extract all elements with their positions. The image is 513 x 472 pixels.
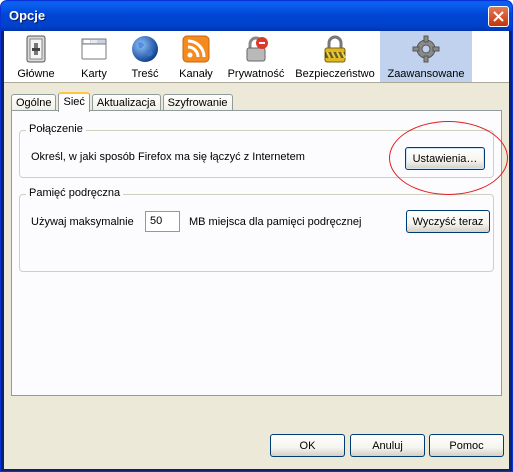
tab-general[interactable]: Ogólne [11,94,57,111]
pane-label: Treść [131,68,159,80]
window-title: Opcje [9,8,46,23]
content-globe-icon [129,33,161,65]
ok-button[interactable]: OK [270,434,345,457]
clear-cache-button[interactable]: Wyczyść teraz [406,210,490,233]
cache-max-label: Używaj maksymalnie [31,216,134,228]
feeds-rss-icon [180,33,212,65]
general-icon [20,33,52,65]
pane-label: Główne [17,68,55,80]
connection-description: Określ, w jaki sposób Firefox ma się łąc… [31,151,305,163]
close-icon [493,11,504,22]
dialog-client: Główne Karty Treść Kanały Prywatność Bez… [4,31,509,469]
pane-advanced[interactable]: Zaawansowane [380,31,472,82]
cache-group-title: Pamięć podręczna [26,187,124,199]
pane-label: Prywatność [227,68,285,80]
pane-general[interactable]: Główne [4,31,68,82]
connection-group-title: Połączenie [26,123,86,135]
pane-privacy[interactable]: Prywatność [222,31,290,82]
pane-label: Bezpieczeństwo [295,68,375,80]
pane-toolbar: Główne Karty Treść Kanały Prywatność Bez… [4,31,509,83]
cache-group: Pamięć podręczna Używaj maksymalnie 50 M… [19,187,494,272]
cache-size-suffix: MB miejsca dla pamięci podręcznej [189,216,362,228]
pane-label: Karty [81,68,107,80]
pane-label: Zaawansowane [387,68,465,80]
tabs-icon [78,33,110,65]
pane-tabs[interactable]: Karty [68,31,120,82]
cancel-button[interactable]: Anuluj [350,434,425,457]
highlight-annotation-oval [389,121,508,195]
tab-update[interactable]: Aktualizacja [91,94,161,111]
cache-size-input[interactable]: 50 [145,211,180,232]
advanced-gear-icon [410,33,442,65]
pane-security[interactable]: Bezpieczeństwo [290,31,380,82]
tab-network[interactable]: Sieć [58,92,90,112]
options-window: Opcje Główne Karty Treść Kanały Prywatno… [0,0,513,472]
pane-label: Kanały [179,68,213,80]
tab-strip: Ogólne Sieć Aktualizacja Szyfrowanie [11,92,235,112]
security-padlock-icon [319,33,351,65]
title-bar[interactable]: Opcje [1,1,512,31]
pane-feeds[interactable]: Kanały [170,31,222,82]
tab-encryption[interactable]: Szyfrowanie [162,94,233,111]
help-button[interactable]: Pomoc [429,434,504,457]
close-button[interactable] [488,6,509,27]
pane-content[interactable]: Treść [120,31,170,82]
privacy-icon [240,33,272,65]
